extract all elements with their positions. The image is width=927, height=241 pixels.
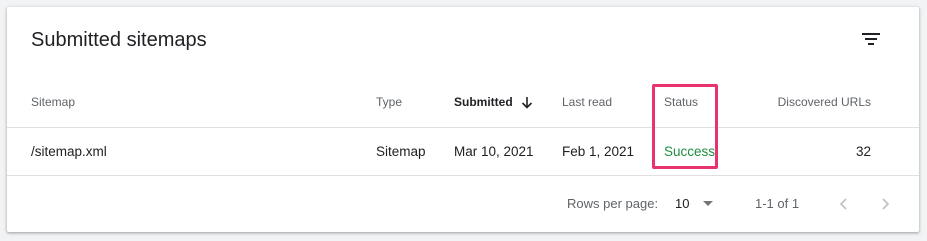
cell-submitted: Mar 10, 2021 xyxy=(454,144,534,159)
rows-per-page-label: Rows per page: xyxy=(567,196,659,211)
filter-button[interactable] xyxy=(855,23,887,55)
table-row[interactable]: /sitemap.xml Sitemap Mar 10, 2021 Feb 1,… xyxy=(7,128,919,176)
table-header-row: Sitemap Type Submitted Last read Status … xyxy=(7,77,919,128)
dropdown-caret-icon xyxy=(703,201,714,206)
cell-discovered-urls: 32 xyxy=(855,144,871,159)
rows-per-page-value: 10 xyxy=(675,196,690,211)
arrow-downward-icon xyxy=(521,96,533,109)
cell-last-read: Feb 1, 2021 xyxy=(562,144,635,159)
column-header-sitemap[interactable]: Sitemap xyxy=(31,77,75,127)
column-header-type[interactable]: Type xyxy=(376,77,402,127)
column-header-submitted-label: Submitted xyxy=(454,95,513,109)
pagination-range: 1-1 of 1 xyxy=(755,196,800,211)
card-title: Submitted sitemaps xyxy=(31,29,207,51)
next-page-button[interactable] xyxy=(874,175,898,232)
submitted-sitemaps-card: Submitted sitemaps Sitemap Type Submitte… xyxy=(7,7,919,232)
chevron-right-icon xyxy=(882,197,890,210)
column-header-last-read[interactable]: Last read xyxy=(562,77,612,127)
column-header-discovered-urls[interactable]: Discovered URLs xyxy=(778,77,871,127)
filter-list-icon xyxy=(862,33,880,45)
column-header-status[interactable]: Status xyxy=(664,77,698,127)
cell-sitemap: /sitemap.xml xyxy=(31,144,107,159)
rows-per-page-select[interactable]: 10 xyxy=(675,175,714,232)
chevron-left-icon xyxy=(839,197,847,210)
cell-type: Sitemap xyxy=(376,144,426,159)
pagination-footer: Rows per page: 10 1-1 of 1 xyxy=(7,175,919,232)
previous-page-button[interactable] xyxy=(831,175,855,232)
cell-status: Success xyxy=(664,144,716,159)
column-header-submitted[interactable]: Submitted xyxy=(454,77,533,127)
